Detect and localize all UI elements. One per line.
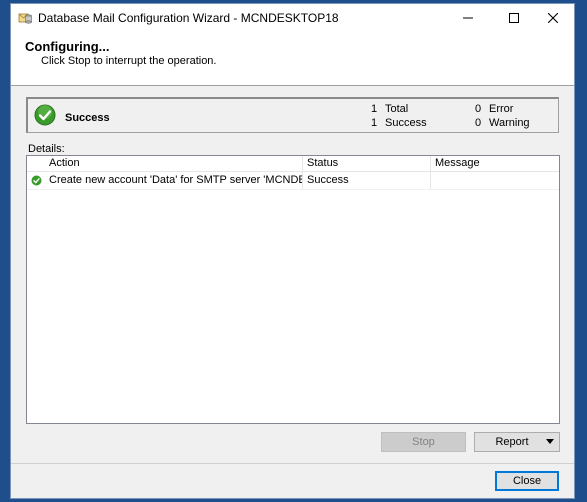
status-label: Success [65,112,110,124]
minimize-icon [463,17,473,19]
maximize-icon [509,13,519,23]
wizard-window: Database Mail Configuration Wizard - MCN… [10,3,575,499]
error-label: Error [489,103,514,115]
close-window-button[interactable] [530,4,576,32]
success-check-icon [31,175,42,186]
total-label: Total [385,103,409,115]
total-count: 1 [371,103,378,115]
window-title: Database Mail Configuration Wizard - MCN… [38,11,339,25]
footer-divider [11,463,574,464]
wizard-header: Configuring... Click Stop to interrupt t… [11,32,574,86]
grid-header: Action Status Message [27,156,559,172]
details-grid[interactable]: Action Status Message Create new account… [26,155,560,424]
close-icon [548,13,558,23]
success-check-icon [34,104,56,126]
cell-action: Create new account 'Data' for SMTP serve… [45,172,303,189]
report-button[interactable]: Report [474,432,560,452]
page-subtitle: Click Stop to interrupt the operation. [41,55,217,67]
report-button-label: Report [495,436,529,448]
warning-count: 0 [475,117,482,129]
cell-message [431,172,559,189]
column-header-status[interactable]: Status [303,156,431,171]
stop-button[interactable]: Stop [381,432,466,452]
title-bar[interactable]: Database Mail Configuration Wizard - MCN… [11,4,574,32]
minimize-button[interactable] [445,4,491,32]
warning-label: Warning [489,117,530,129]
success-label: Success [385,117,427,129]
cell-status: Success [303,172,431,189]
database-mail-app-icon [18,13,32,24]
status-summary-panel: Success 1 Total 1 Success 0 Error 0 Warn… [26,97,559,133]
close-button[interactable]: Close [495,471,559,491]
error-count: 0 [475,103,482,115]
column-header-message[interactable]: Message [431,156,559,171]
page-title: Configuring... [25,39,110,54]
details-label: Details: [28,143,65,155]
table-row[interactable]: Create new account 'Data' for SMTP serve… [27,172,559,190]
column-header-action[interactable]: Action [45,156,303,171]
dropdown-arrow-icon [546,439,554,444]
success-count: 1 [371,117,378,129]
